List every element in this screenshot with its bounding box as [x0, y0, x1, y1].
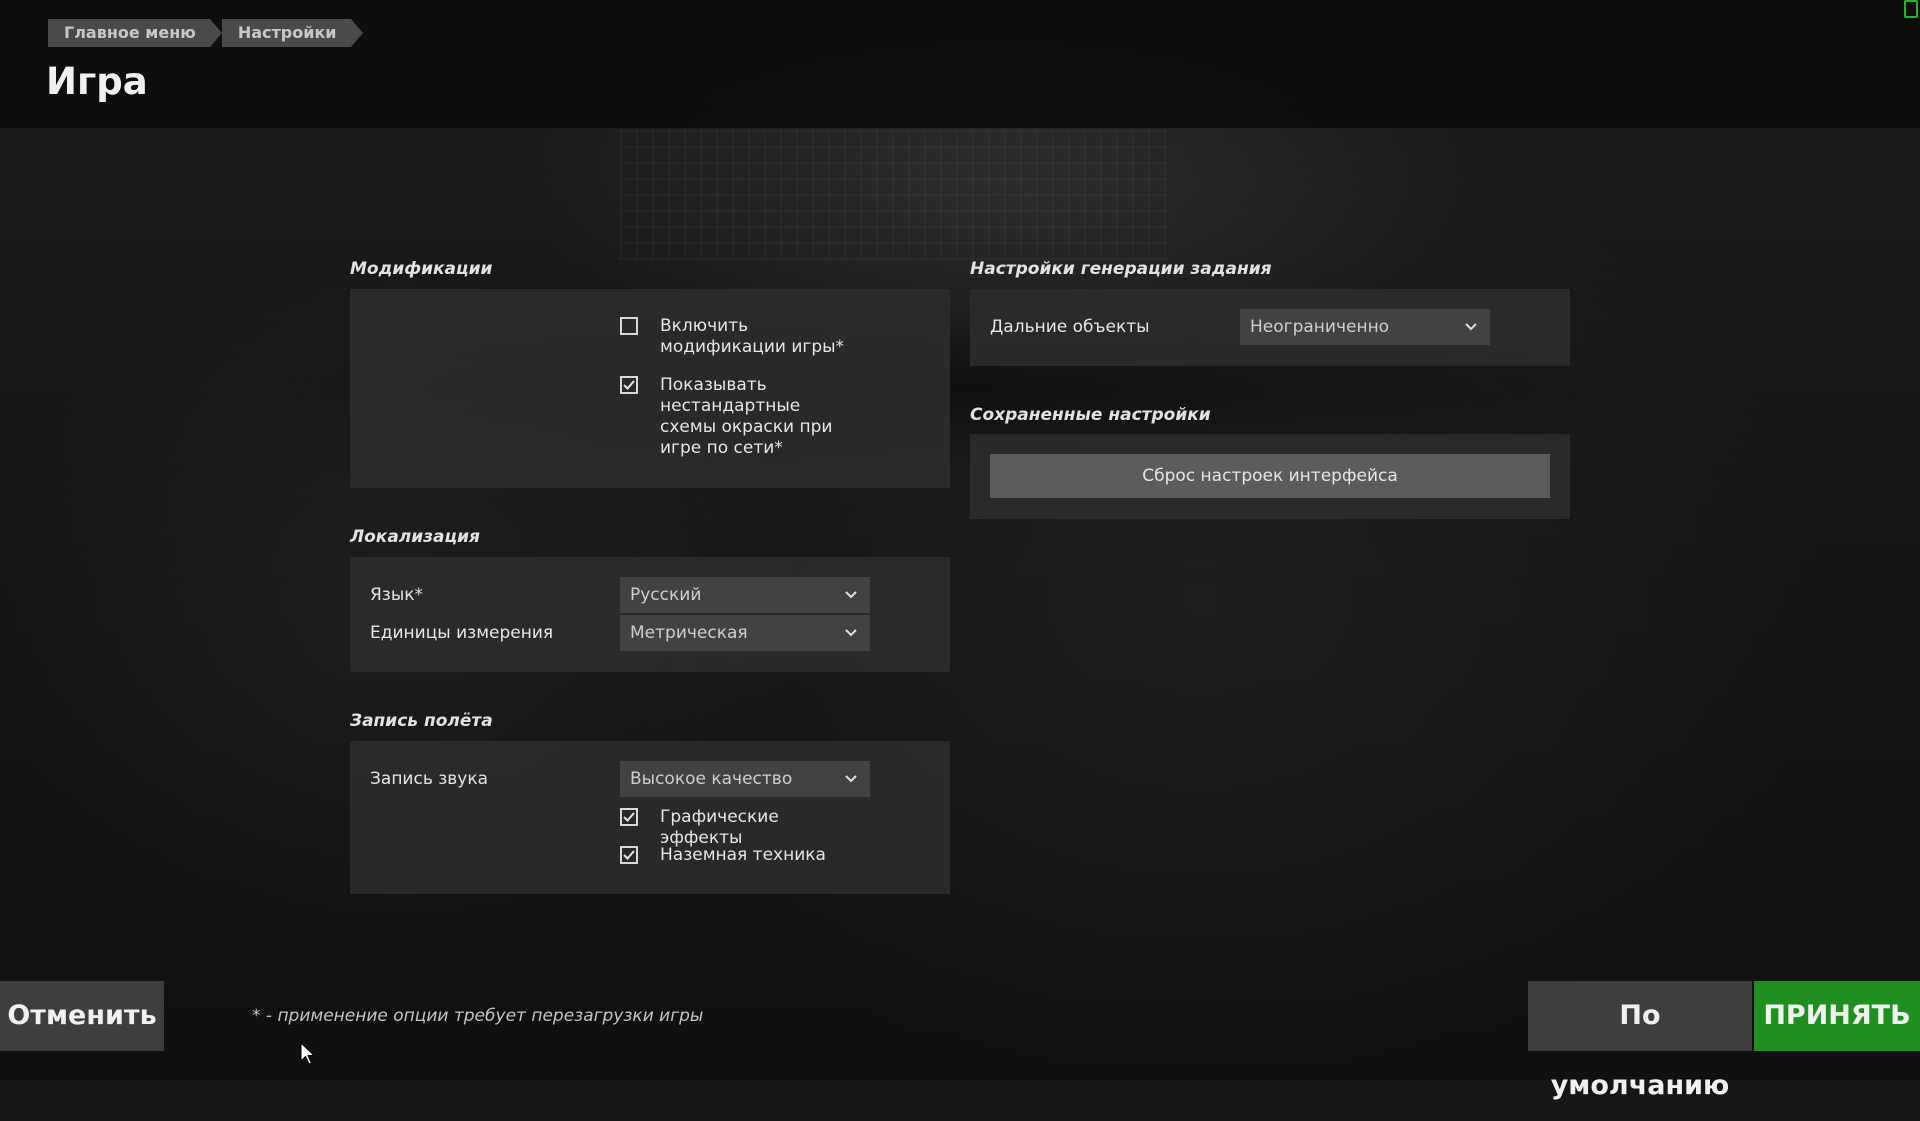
accept-button[interactable]: ПРИНЯТЬ — [1754, 981, 1920, 1051]
ground-vehicles-label: Наземная техника — [660, 845, 826, 865]
section-title-saved-settings: Сохраненные настройки — [970, 405, 1211, 425]
enable-mods-label: Включить модификации игры* — [660, 316, 845, 357]
background-hangar-grid — [620, 130, 1170, 260]
breadcrumb: Главное меню Настройки — [48, 19, 363, 47]
show-skins-label: Показывать нестандартные схемы окраски п… — [660, 375, 833, 458]
units-value: Метрическая — [630, 623, 748, 643]
language-label: Язык* — [370, 585, 424, 605]
page-title: Игра — [46, 60, 148, 103]
restart-footnote: * - применение опции требует перезагрузк… — [252, 1006, 704, 1026]
chevron-down-icon — [845, 629, 857, 637]
cancel-button[interactable]: Отменить — [0, 981, 164, 1051]
header-bar: Главное меню Настройки Игра — [0, 0, 1920, 128]
reset-interface-button[interactable]: Сброс настроек интерфейса — [990, 454, 1550, 498]
show-skins-checkbox[interactable] — [620, 376, 638, 394]
chevron-down-icon — [1465, 323, 1477, 331]
localization-panel: Язык* Русский Единицы измерения Метричес… — [350, 557, 950, 672]
default-button[interactable]: По умолчанию — [1528, 981, 1752, 1101]
language-value: Русский — [630, 585, 702, 605]
section-title-localization: Локализация — [350, 527, 480, 547]
ground-vehicles-checkbox[interactable] — [620, 846, 638, 864]
breadcrumb-settings[interactable]: Настройки — [221, 19, 363, 47]
breadcrumb-main-menu[interactable]: Главное меню — [48, 19, 222, 47]
status-indicator-icon — [1904, 0, 1918, 18]
sound-record-label: Запись звука — [370, 769, 489, 789]
flight-record-panel: Запись звука Высокое качество Графически… — [350, 741, 950, 894]
chevron-down-icon — [845, 775, 857, 783]
mission-gen-panel: Дальние объекты Неограниченно — [970, 289, 1570, 366]
units-label: Единицы измерения — [370, 623, 554, 643]
far-objects-label: Дальние объекты — [990, 317, 1150, 337]
checkmark-icon — [623, 850, 635, 860]
graphics-effects-checkbox[interactable] — [620, 808, 638, 826]
enable-mods-checkbox[interactable] — [620, 317, 638, 335]
graphics-effects-label: Графические эффекты — [660, 807, 779, 848]
far-objects-value: Неограниченно — [1250, 317, 1390, 337]
mouse-pointer-icon — [300, 1042, 316, 1065]
units-dropdown[interactable]: Метрическая — [620, 615, 870, 651]
sound-record-dropdown[interactable]: Высокое качество — [620, 761, 870, 797]
section-title-flight-record: Запись полёта — [350, 711, 493, 731]
mods-panel: Включить модификации игры* Показывать не… — [350, 289, 950, 488]
language-dropdown[interactable]: Русский — [620, 577, 870, 613]
section-title-mission-gen: Настройки генерации задания — [970, 259, 1272, 279]
far-objects-dropdown[interactable]: Неограниченно — [1240, 309, 1490, 345]
chevron-down-icon — [845, 591, 857, 599]
section-title-mods: Модификации — [350, 259, 493, 279]
sound-record-value: Высокое качество — [630, 769, 793, 789]
checkmark-icon — [623, 380, 635, 390]
checkmark-icon — [623, 812, 635, 822]
